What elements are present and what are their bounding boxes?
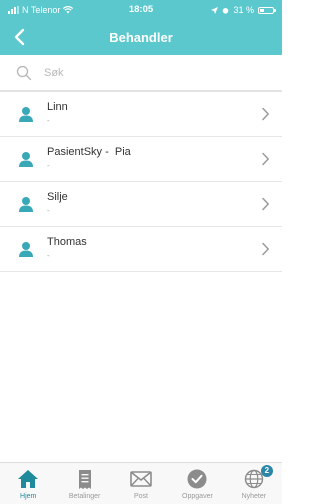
practitioner-name: Linn xyxy=(47,101,68,113)
practitioner-list: Linn - PasientSky - Pia - Silje - Thomas - xyxy=(0,92,282,272)
globe-icon: 2 xyxy=(244,465,273,490)
tab-label: Post xyxy=(134,493,149,500)
status-bar: N Telenor 18:05 31 % xyxy=(0,0,282,20)
practitioner-name: Thomas xyxy=(47,236,87,248)
notification-badge: 2 xyxy=(260,465,273,477)
tab-hjem[interactable]: Hjem xyxy=(0,463,56,504)
alarm-icon xyxy=(223,7,229,14)
tab-label: Oppgaver xyxy=(182,493,213,500)
list-item[interactable]: Thomas - xyxy=(0,227,282,272)
person-icon xyxy=(18,151,34,172)
chevron-right-icon xyxy=(261,152,270,171)
checkmark-circle-icon xyxy=(187,468,207,490)
tab-bar: Hjem Betalinger Post Oppgaver 2 Nyheter xyxy=(0,462,282,504)
search-icon xyxy=(16,65,32,81)
chevron-right-icon xyxy=(261,197,270,216)
chevron-right-icon xyxy=(261,107,270,126)
receipt-icon xyxy=(76,468,94,490)
practitioner-detail: - xyxy=(47,116,50,125)
search-bar xyxy=(0,55,282,92)
practitioner-detail: - xyxy=(47,251,50,260)
battery-percent: 31 % xyxy=(233,5,254,15)
list-item[interactable]: Linn - xyxy=(0,92,282,137)
person-icon xyxy=(18,196,34,217)
home-icon xyxy=(17,468,39,490)
list-item[interactable]: PasientSky - Pia - xyxy=(0,137,282,182)
chevron-left-icon xyxy=(14,28,25,46)
tab-oppgaver[interactable]: Oppgaver xyxy=(169,463,225,504)
status-right: 31 % xyxy=(211,0,276,20)
practitioner-name: PasientSky - Pia xyxy=(47,146,131,158)
tab-post[interactable]: Post xyxy=(113,463,169,504)
person-icon xyxy=(18,106,34,127)
practitioner-name: Silje xyxy=(47,191,68,203)
chevron-right-icon xyxy=(261,242,270,261)
tab-label: Nyheter xyxy=(241,493,267,500)
navigation-bar: Behandler xyxy=(0,20,282,55)
battery-icon xyxy=(258,6,276,14)
tab-label: Betalinger xyxy=(68,493,101,500)
page-title: Behandler xyxy=(109,30,173,45)
back-button[interactable] xyxy=(6,24,32,50)
tab-label: Hjem xyxy=(20,493,37,500)
tab-betalinger[interactable]: Betalinger xyxy=(56,463,112,504)
envelope-icon xyxy=(130,468,152,490)
person-icon xyxy=(18,241,34,262)
list-item[interactable]: Silje - xyxy=(0,182,282,227)
battery-fill xyxy=(260,8,265,12)
practitioner-detail: - xyxy=(47,161,50,170)
tab-nyheter[interactable]: 2 Nyheter xyxy=(226,463,282,504)
practitioner-detail: - xyxy=(47,206,50,215)
search-input[interactable] xyxy=(44,63,264,83)
location-arrow-icon xyxy=(211,6,219,14)
